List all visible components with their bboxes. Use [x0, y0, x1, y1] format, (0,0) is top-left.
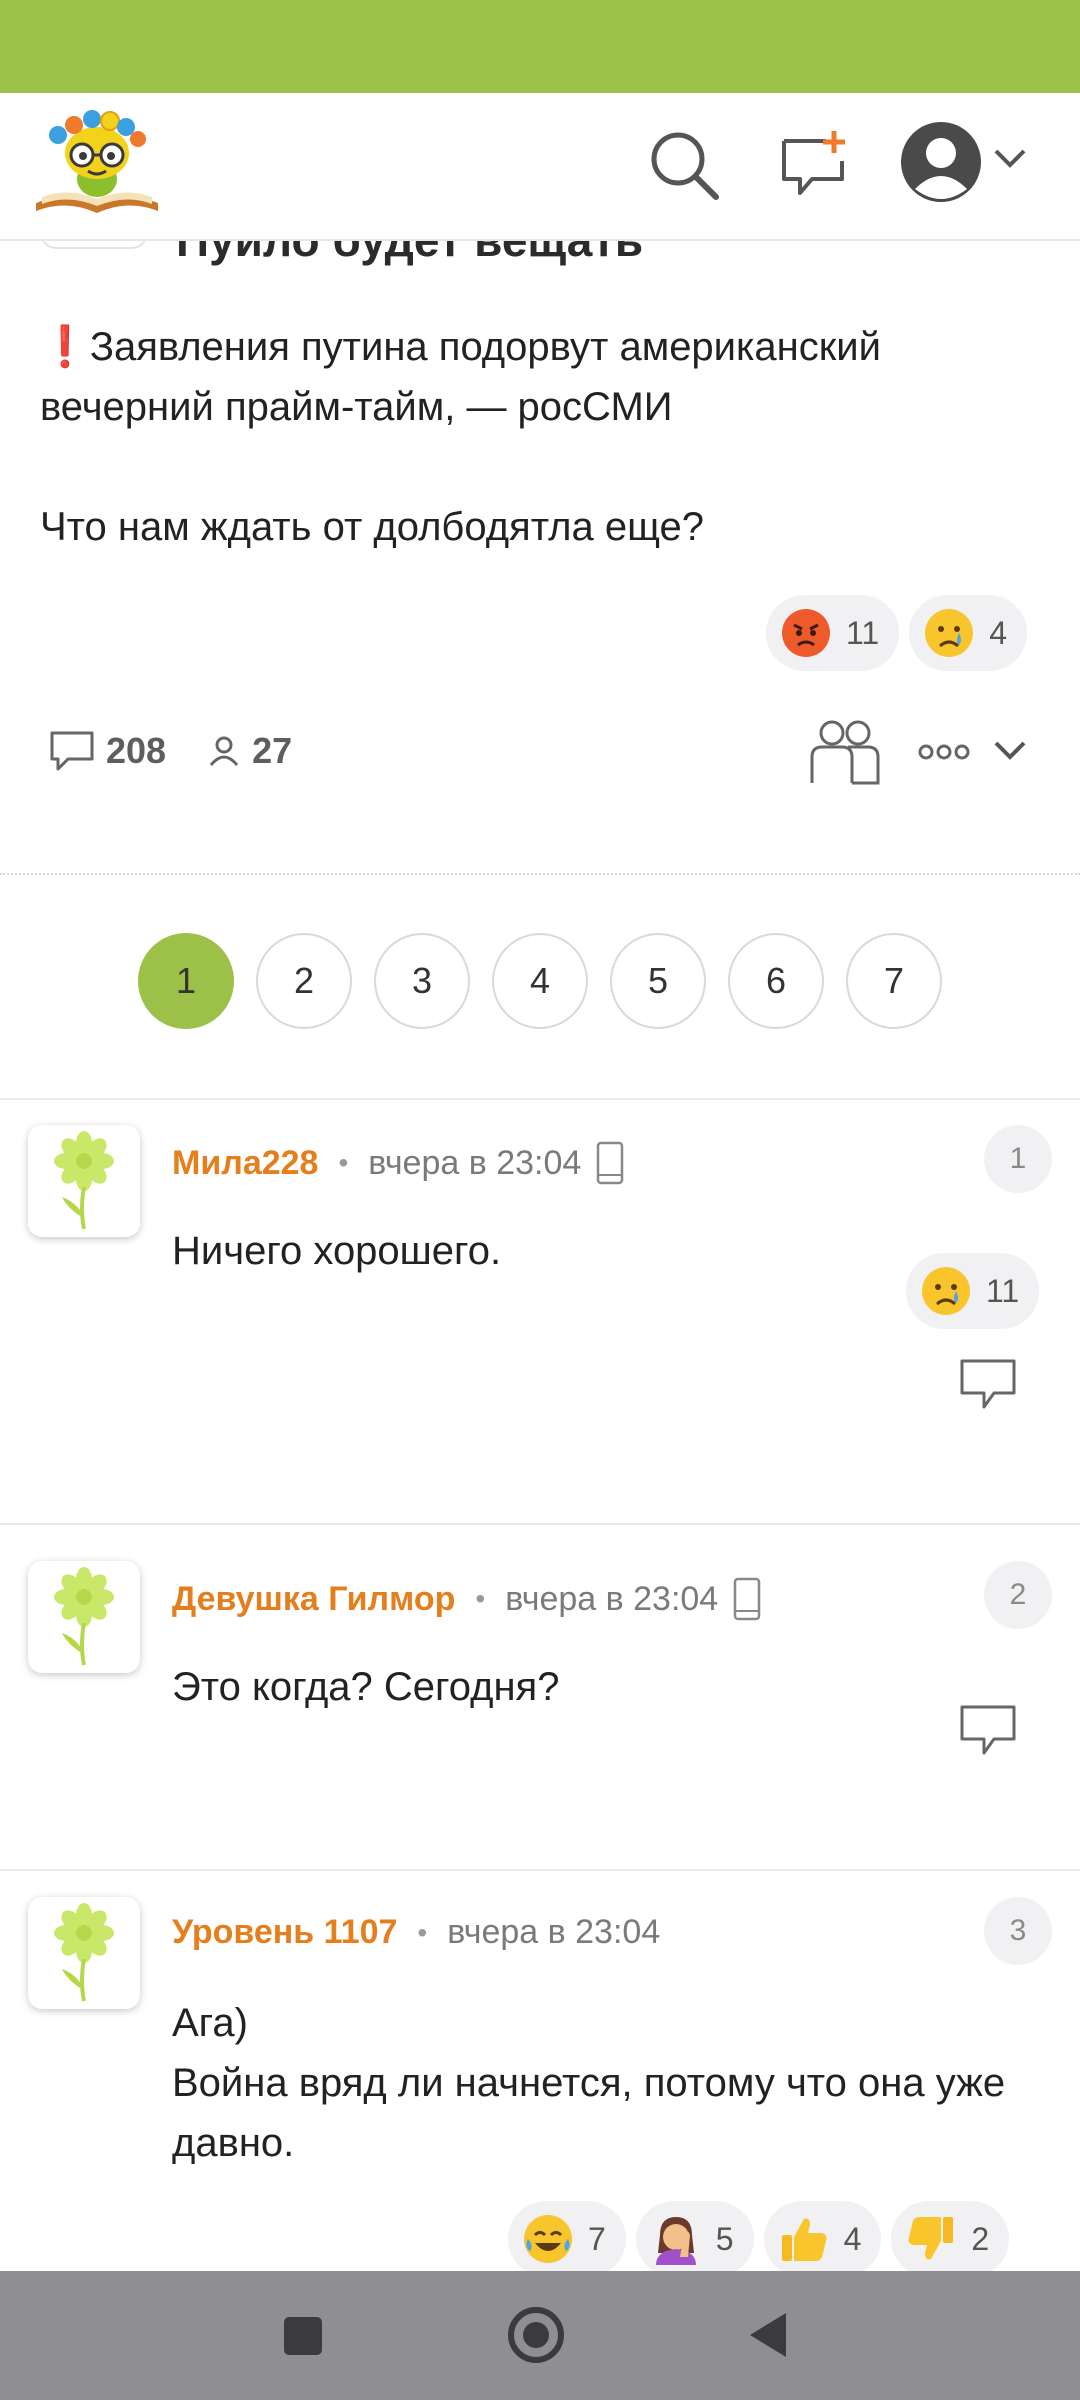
laughing-face-icon [522, 2213, 574, 2265]
home-button[interactable] [506, 2305, 566, 2370]
user-avatar-icon[interactable] [898, 119, 984, 205]
system-navigation-bar [0, 2271, 1080, 2400]
more-icon[interactable] [918, 743, 970, 766]
reaction-count: 4 [989, 614, 1008, 651]
comment-number[interactable]: 3 [984, 1897, 1052, 1965]
page-7-button[interactable]: 7 [846, 933, 942, 1029]
page-2-button[interactable]: 2 [256, 933, 352, 1029]
post-line-2: Что нам ждать от долбодятла еще? [40, 505, 705, 549]
exclamation-icon: ❗ [40, 325, 90, 369]
flower-icon [54, 1567, 114, 1666]
post-reactions: 11 4 [766, 595, 1028, 671]
post-line-1: Заявления путина подорвут американский в… [40, 325, 881, 429]
comment-text-line: Ага) [172, 2001, 248, 2045]
chevron-down-icon[interactable] [992, 739, 1028, 768]
divider [0, 873, 1080, 875]
mobile-device-icon [595, 1141, 625, 1185]
new-post-icon[interactable] [778, 127, 850, 199]
comment-time[interactable]: вчера в 23:04 [505, 1580, 718, 1619]
comment-bubble-icon [48, 729, 96, 773]
reaction-thumbs-down[interactable]: 2 [891, 2201, 1010, 2271]
reaction-laughing[interactable]: 7 [508, 2201, 626, 2271]
comment-author[interactable]: Мила228 [172, 1144, 318, 1183]
reaction-count: 11 [846, 614, 880, 651]
thumbs-up-icon [778, 2213, 830, 2265]
comment: Девушка Гилмор • вчера в 23:04 2 Это ког… [0, 1561, 1080, 1801]
post-body: ❗Заявления путина подорвут американский … [40, 317, 1040, 557]
comment-text: Ага) Война вряд ли начнется, потому что … [172, 1993, 1052, 2173]
reply-icon[interactable] [958, 1703, 1018, 1759]
comment-author[interactable]: Уровень 1107 [172, 1913, 397, 1952]
page-6-button[interactable]: 6 [728, 933, 824, 1029]
search-icon[interactable] [646, 127, 722, 203]
post-author-avatar[interactable] [40, 241, 148, 249]
reaction-count: 7 [588, 2220, 606, 2257]
reply-icon[interactable] [958, 1357, 1018, 1413]
comments-count[interactable]: 208 [48, 729, 166, 773]
flower-icon [54, 1131, 114, 1230]
comment-number[interactable]: 1 [984, 1125, 1052, 1193]
divider [0, 1098, 1080, 1100]
thumbs-down-icon [905, 2213, 957, 2265]
comment-time[interactable]: вчера в 23:04 [368, 1144, 581, 1183]
crying-face-icon [923, 607, 975, 659]
page-4-button[interactable]: 4 [492, 933, 588, 1029]
participants-count[interactable]: 27 [206, 730, 292, 772]
commenter-avatar[interactable] [28, 1897, 140, 2009]
comment-header: Девушка Гилмор • вчера в 23:04 [172, 1577, 762, 1621]
reaction-crying[interactable]: 11 [906, 1253, 1040, 1329]
feed-content[interactable]: Пуило будет вещать ❗Заявления путина под… [0, 241, 1080, 2271]
page-5-button[interactable]: 5 [610, 933, 706, 1029]
reaction-facepalm[interactable]: 5 [635, 2201, 754, 2271]
page-1-button[interactable]: 1 [138, 933, 234, 1029]
reaction-count: 5 [715, 2220, 734, 2257]
page-3-button[interactable]: 3 [374, 933, 470, 1029]
post-stats: 208 27 [48, 729, 332, 773]
recents-button[interactable] [282, 2315, 324, 2362]
divider [0, 1523, 1080, 1525]
comment-text-line: Война вряд ли начнется, потому что она у… [172, 2061, 1006, 2165]
user-icon [206, 733, 242, 769]
comment: Мила228 • вчера в 23:04 1 Ничего хорошег… [0, 1125, 1080, 1409]
facepalm-icon [650, 2213, 702, 2265]
reaction-count: 2 [971, 2220, 990, 2257]
mobile-device-icon [732, 1577, 762, 1621]
reaction-thumbs-up[interactable]: 4 [763, 2201, 882, 2271]
comment-number[interactable]: 2 [984, 1561, 1052, 1629]
post-title[interactable]: Пуило будет вещать [176, 241, 643, 267]
reaction-angry[interactable]: 11 [766, 595, 900, 671]
comment-reactions: 11 [906, 1253, 1040, 1329]
comment-time[interactable]: вчера в 23:04 [447, 1913, 660, 1952]
comment-header: Уровень 1107 • вчера в 23:04 [172, 1913, 661, 1952]
crying-face-icon [920, 1265, 972, 1317]
pagination: 1 2 3 4 5 6 7 [138, 933, 942, 1029]
status-bar [0, 0, 1080, 93]
commenter-avatar[interactable] [28, 1125, 140, 1237]
comment-reactions: 7 5 4 2 [508, 2201, 1010, 2271]
comment-author[interactable]: Девушка Гилмор [172, 1580, 455, 1619]
flower-icon [54, 1903, 114, 2002]
post-actions [808, 717, 1048, 797]
comment-header: Мила228 • вчера в 23:04 [172, 1141, 625, 1185]
divider [0, 1869, 1080, 1871]
reaction-count: 4 [843, 2220, 862, 2257]
reaction-count: 11 [986, 1272, 1020, 1309]
site-logo[interactable] [32, 107, 162, 219]
reaction-crying[interactable]: 4 [909, 595, 1028, 671]
chevron-down-icon[interactable] [992, 147, 1028, 171]
community-icon[interactable] [808, 717, 882, 792]
back-button[interactable] [746, 2309, 790, 2366]
angry-face-icon [780, 607, 832, 659]
commenter-avatar[interactable] [28, 1561, 140, 1673]
comment-text: Это когда? Сегодня? [172, 1665, 560, 1709]
app-header [0, 93, 1080, 241]
